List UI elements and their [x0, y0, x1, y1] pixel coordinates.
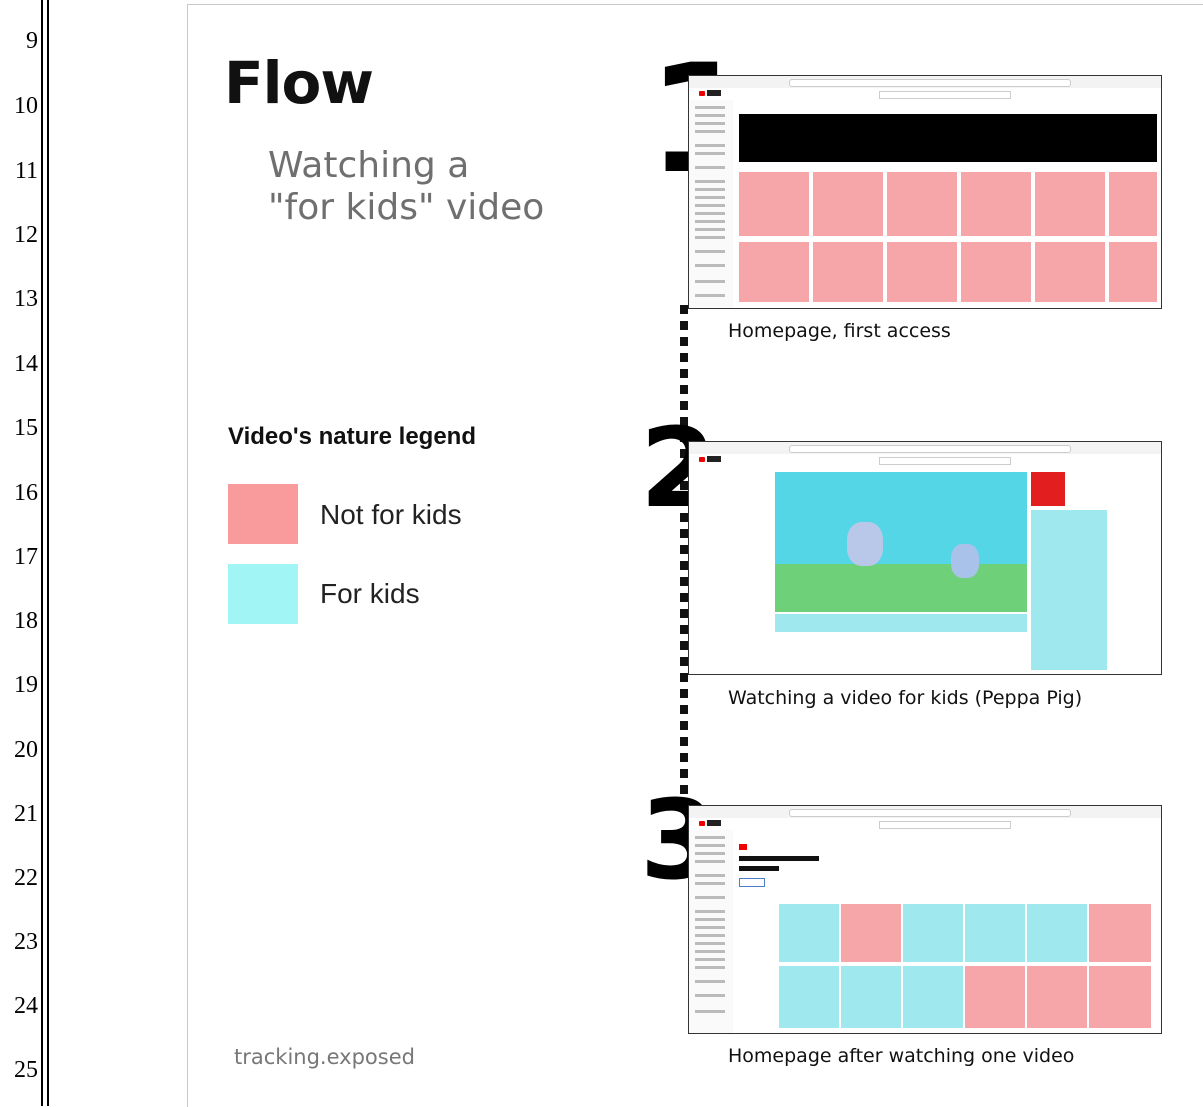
video-tile-not-for-kids — [813, 172, 883, 236]
youtube-wordmark — [707, 820, 721, 826]
legend-label-for-kids: For kids — [320, 578, 420, 609]
youtube-logo-icon — [699, 457, 705, 462]
line-number: 20 — [14, 737, 38, 763]
youtube-search-box — [879, 91, 1011, 99]
video-tile-not-for-kids — [1089, 966, 1151, 1028]
video-tile-for-kids — [841, 966, 901, 1028]
screenshot-homepage-after-video — [688, 805, 1162, 1034]
screenshot-homepage-first-access — [688, 75, 1162, 309]
legend-swatch-for-kids — [228, 564, 298, 624]
line-number: 9 — [26, 28, 38, 54]
video-tile-not-for-kids — [1035, 172, 1105, 236]
line-number: 17 — [14, 544, 38, 570]
video-tile-not-for-kids — [1109, 242, 1157, 302]
line-number-gutter: 9 10 11 12 13 14 15 16 17 18 19 20 21 22… — [0, 0, 52, 1106]
youtube-logo-icon — [699, 821, 705, 826]
line-number: 25 — [14, 1057, 38, 1083]
url-bar — [789, 445, 1071, 453]
video-title-area — [775, 614, 1027, 632]
line-number: 22 — [14, 865, 38, 891]
gutter-rule — [41, 0, 43, 1106]
youtube-wordmark — [707, 456, 721, 462]
video-tile-for-kids — [965, 904, 1025, 962]
video-tile-for-kids — [1027, 904, 1087, 962]
line-number: 16 — [14, 480, 38, 506]
recommendations-for-kids — [1031, 510, 1107, 670]
line-number: 18 — [14, 608, 38, 634]
line-number: 23 — [14, 929, 38, 955]
url-bar — [789, 79, 1071, 87]
video-tile-not-for-kids — [965, 966, 1025, 1028]
youtube-sidebar — [689, 830, 733, 1033]
youtube-header — [689, 454, 1161, 466]
line-number: 19 — [14, 672, 38, 698]
video-tile-not-for-kids — [1035, 242, 1105, 302]
line-number: 24 — [14, 993, 38, 1019]
peppa-character — [847, 522, 883, 566]
youtube-sidebar — [689, 100, 733, 308]
video-tile-not-for-kids — [887, 172, 957, 236]
slide-subtitle: Watching a "for kids" video — [268, 145, 545, 228]
line-number: 21 — [14, 801, 38, 827]
video-grass — [775, 564, 1027, 612]
youtube-search-box — [879, 457, 1011, 465]
video-tile-not-for-kids — [813, 242, 883, 302]
screenshot-watching-peppa-pig — [688, 441, 1162, 675]
youtube-header — [689, 88, 1161, 100]
youtube-header — [689, 818, 1161, 830]
youtube-wordmark — [707, 90, 721, 96]
video-tile-not-for-kids — [1089, 904, 1151, 962]
caption-step-1: Homepage, first access — [728, 320, 951, 342]
legend-swatch-not-for-kids — [228, 484, 298, 544]
video-tile-not-for-kids — [739, 172, 809, 236]
gutter-rule — [47, 0, 49, 1106]
youtube-logo-icon — [699, 91, 705, 96]
george-character — [951, 544, 979, 578]
legend-label-not-for-kids: Not for kids — [320, 499, 462, 530]
youtube-search-box — [879, 821, 1011, 829]
line-number: 11 — [14, 158, 38, 184]
line-number: 12 — [14, 222, 38, 248]
slide: Flow Watching a "for kids" video Video's… — [187, 4, 1203, 1107]
video-tile-not-for-kids — [1109, 172, 1157, 236]
caption-step-3: Homepage after watching one video — [728, 1045, 1075, 1067]
video-tile-not-for-kids — [739, 242, 809, 302]
line-number: 14 — [14, 351, 38, 377]
caption-step-2: Watching a video for kids (Peppa Pig) — [728, 687, 1083, 709]
slide-title: Flow — [224, 49, 374, 117]
video-tile-for-kids — [903, 966, 963, 1028]
line-number: 10 — [14, 93, 38, 119]
legend-title: Video's nature legend — [228, 423, 476, 450]
video-tile-not-for-kids — [961, 172, 1031, 236]
video-player — [775, 472, 1027, 612]
video-tile-for-kids — [903, 904, 963, 962]
url-bar — [789, 809, 1071, 817]
music-banner — [739, 114, 1157, 162]
video-tile-not-for-kids — [887, 242, 957, 302]
video-tile-not-for-kids — [1027, 966, 1087, 1028]
ad-thumbnail — [1031, 472, 1065, 506]
line-number: 13 — [14, 286, 38, 312]
video-tile-not-for-kids — [961, 242, 1031, 302]
video-tile-for-kids — [779, 904, 839, 962]
timeline-dashed-line — [680, 305, 688, 805]
premium-banner — [739, 840, 859, 890]
video-tile-not-for-kids — [841, 904, 901, 962]
footer-brand: tracking.exposed — [234, 1045, 415, 1069]
line-number: 15 — [14, 415, 38, 441]
video-tile-for-kids — [779, 966, 839, 1028]
